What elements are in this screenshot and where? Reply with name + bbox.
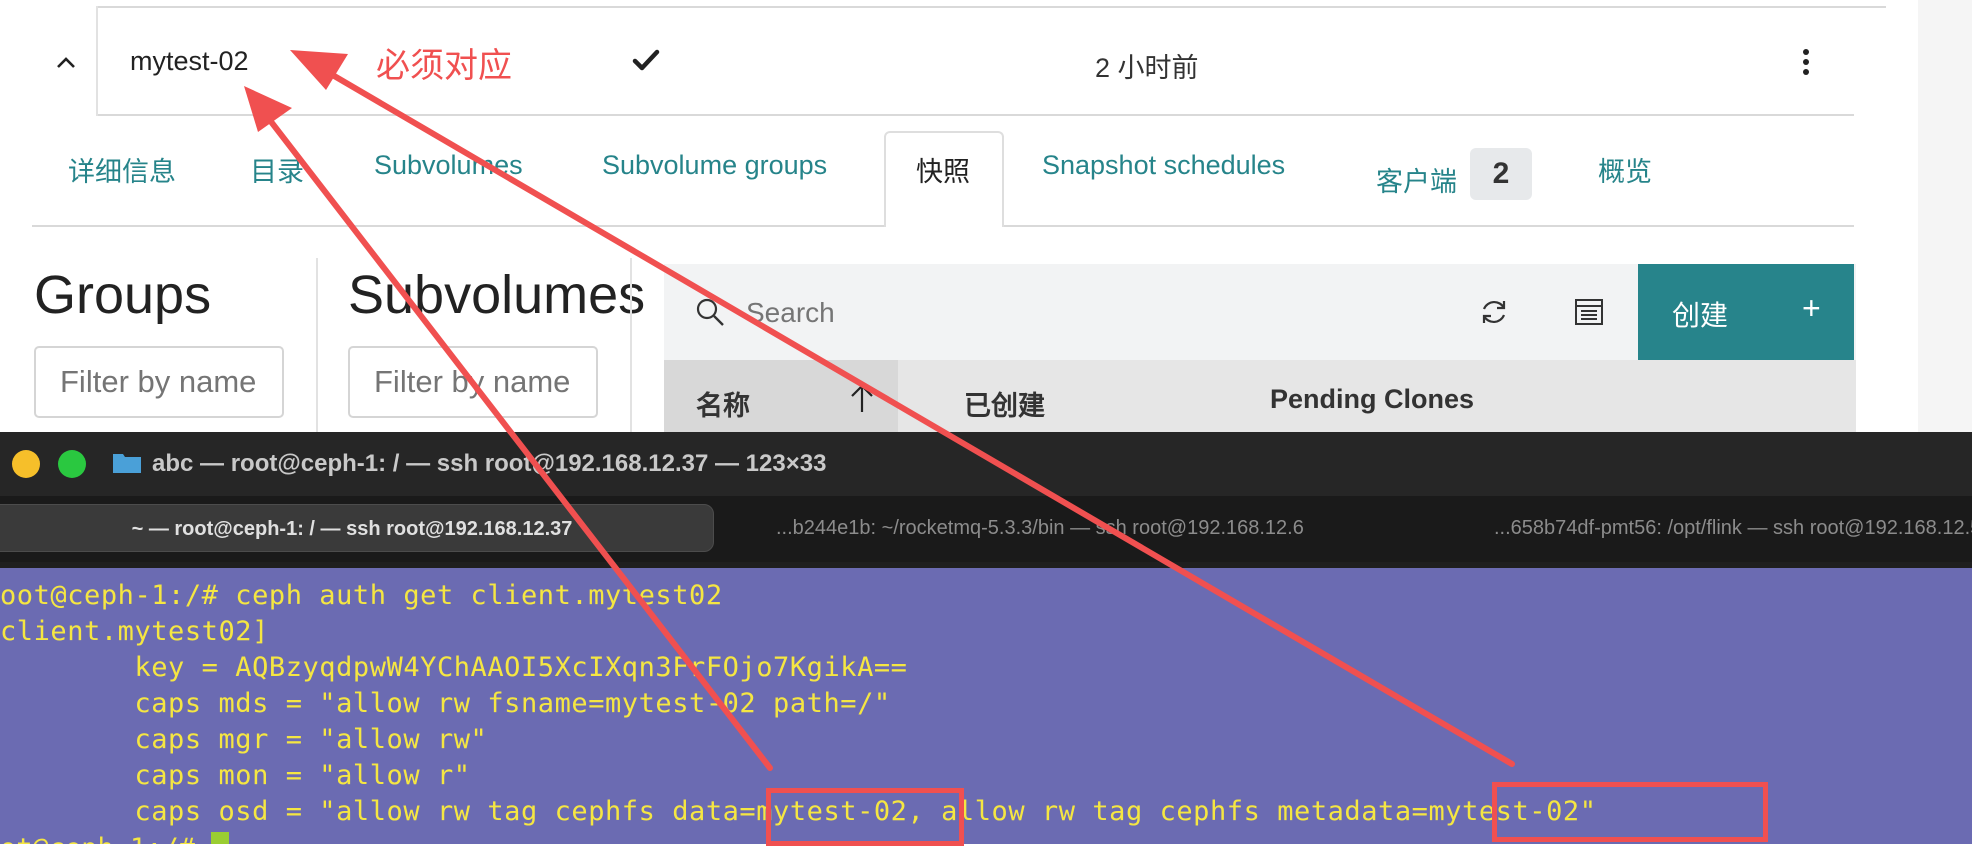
tab-overview[interactable]: 概览 bbox=[1598, 150, 1652, 189]
tab-snapshot-schedules[interactable]: Snapshot schedules bbox=[1042, 150, 1285, 181]
subvolumes-title: Subvolumes bbox=[348, 265, 646, 325]
panel-divider-2 bbox=[630, 258, 632, 432]
terminal-line: caps mds = "allow rw fsname=mytest-02 pa… bbox=[0, 688, 891, 719]
terminal-line: caps mon = "allow r" bbox=[0, 760, 471, 791]
row-divider bbox=[96, 6, 98, 116]
search-input[interactable] bbox=[744, 286, 1448, 340]
table-columns-icon[interactable] bbox=[1574, 298, 1604, 326]
terminal-tab-2[interactable]: ...b244e1b: ~/rocketmq-5.3.3/bin — ssh r… bbox=[776, 504, 1396, 552]
terminal-tab-3-label: ...658b74df-pmt56: /opt/flink — ssh root… bbox=[1494, 517, 1972, 539]
column-header-name[interactable]: 名称 bbox=[696, 384, 750, 423]
terminal-cursor bbox=[211, 832, 230, 844]
refresh-icon[interactable] bbox=[1478, 296, 1510, 328]
groups-title: Groups bbox=[34, 265, 212, 325]
tab-directories[interactable]: 目录 bbox=[250, 150, 304, 189]
divider-top bbox=[98, 6, 1886, 8]
column-header-created[interactable]: 已创建 bbox=[964, 384, 1045, 423]
snapshot-table-header: 名称 已创建 Pending Clones bbox=[664, 360, 1856, 432]
panel-divider-1 bbox=[316, 258, 318, 432]
web-dashboard: mytest-02 必须对应 2 小时前 详细信息 目录 Subvolumes … bbox=[0, 0, 1972, 432]
terminal-window-title: abc — root@ceph-1: / — ssh root@192.168.… bbox=[152, 450, 827, 477]
tab-details[interactable]: 详细信息 bbox=[68, 150, 176, 189]
divider-header bbox=[98, 114, 1854, 116]
search-icon bbox=[696, 298, 724, 326]
terminal-tab-1-label: ~ — root@ceph-1: / — ssh root@192.168.12… bbox=[131, 518, 573, 540]
terminal-line: key = AQBzyqdpwW4YChAAOI5XcIXqn3FrFOjo7K… bbox=[0, 652, 908, 683]
tabs-divider-left bbox=[32, 225, 884, 227]
highlight-box-data bbox=[766, 788, 964, 846]
chevron-up-icon bbox=[57, 57, 75, 68]
terminal-tab-3[interactable]: ...658b74df-pmt56: /opt/flink — ssh root… bbox=[1494, 504, 1972, 552]
create-snapshot-button[interactable]: 创建 + bbox=[1638, 264, 1854, 360]
vertical-dots-icon[interactable] bbox=[1800, 46, 1812, 78]
tab-clients[interactable]: 客户端 bbox=[1376, 160, 1457, 199]
terminal-tab-2-label: ...b244e1b: ~/rocketmq-5.3.3/bin — ssh r… bbox=[776, 517, 1304, 539]
terminal-line: client.mytest02] bbox=[0, 616, 269, 647]
column-header-pending-clones[interactable]: Pending Clones bbox=[1270, 384, 1474, 415]
collapse-toggle[interactable] bbox=[44, 42, 88, 82]
tab-snapshots[interactable]: 快照 bbox=[916, 150, 970, 189]
terminal-tab-1[interactable]: ~ — root@ceph-1: / — ssh root@192.168.12… bbox=[0, 504, 714, 552]
terminal-prompt-line: ot@ceph-1:/# bbox=[0, 832, 230, 844]
minimize-button[interactable] bbox=[12, 450, 40, 478]
clients-count-badge: 2 bbox=[1470, 148, 1532, 200]
fs-time-ago: 2 小时前 bbox=[1095, 53, 1199, 83]
zoom-button[interactable] bbox=[58, 450, 86, 478]
arrow-up-icon[interactable] bbox=[848, 382, 876, 414]
page-scroll-gutter bbox=[1918, 0, 1972, 432]
checkmark-icon bbox=[632, 49, 660, 71]
annotation-text: 必须对应 bbox=[376, 47, 512, 85]
fs-name: mytest-02 bbox=[130, 46, 249, 76]
tab-subvolumes[interactable]: Subvolumes bbox=[374, 150, 523, 181]
folder-icon bbox=[113, 454, 141, 473]
highlight-box-metadata bbox=[1492, 782, 1768, 842]
terminal-prompt: ot@ceph-1:/# bbox=[0, 833, 211, 844]
tabs-divider-right bbox=[1004, 225, 1854, 227]
plus-icon: + bbox=[1802, 290, 1821, 326]
groups-filter-input[interactable] bbox=[34, 346, 284, 418]
create-label: 创建 bbox=[1672, 300, 1729, 331]
tab-subvolume-groups[interactable]: Subvolume groups bbox=[602, 150, 827, 181]
terminal-line: oot@ceph-1:/# ceph auth get client.mytes… bbox=[0, 580, 723, 611]
subvolumes-filter-input[interactable] bbox=[348, 346, 598, 418]
terminal-line: caps mgr = "allow rw" bbox=[0, 724, 488, 755]
